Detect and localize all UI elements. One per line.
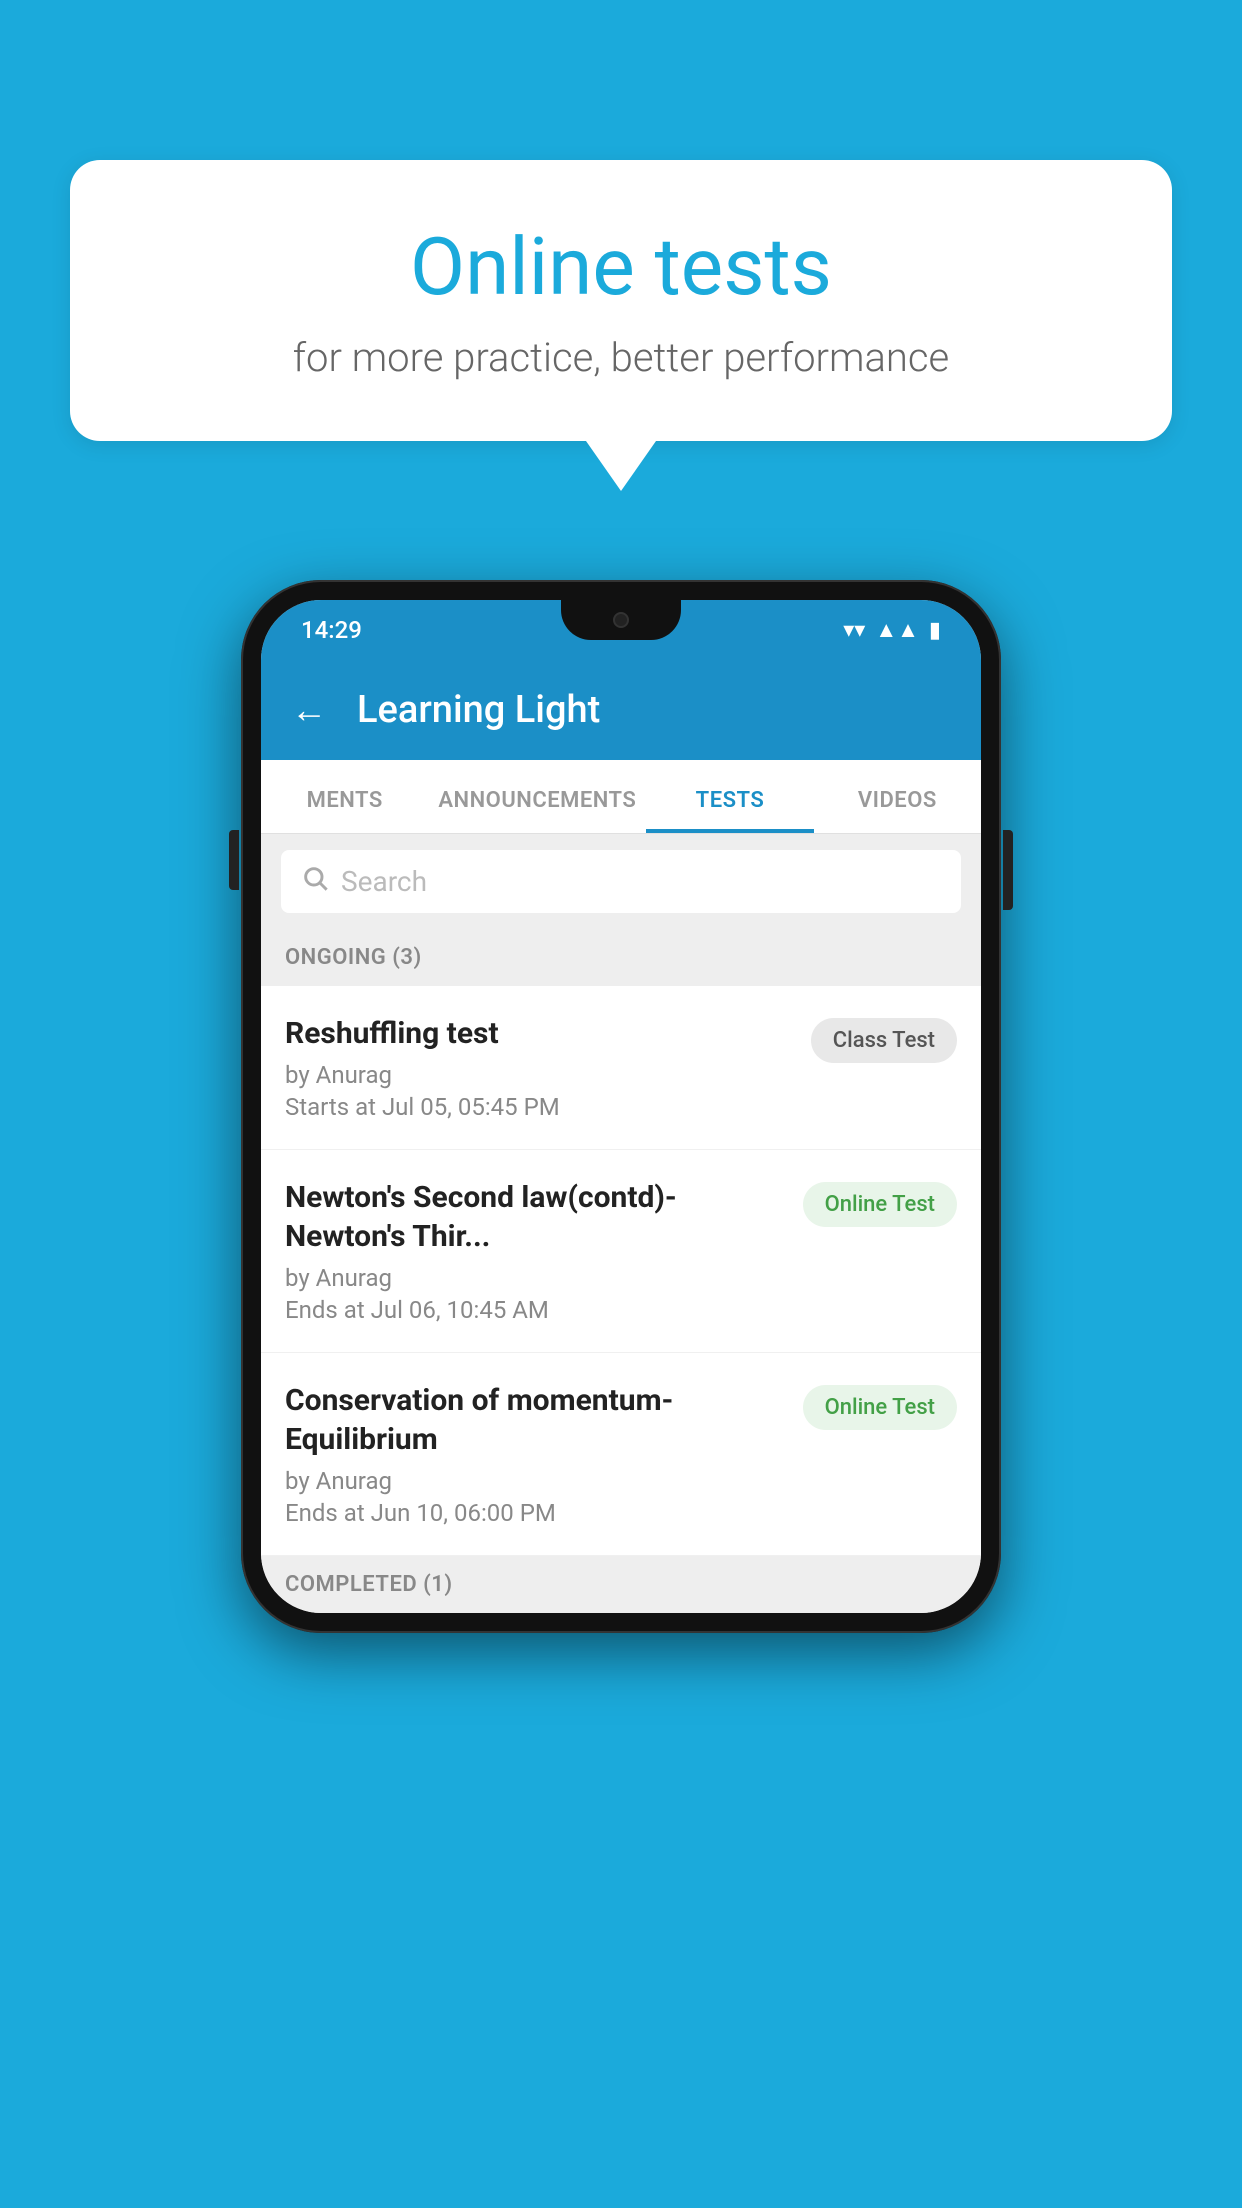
tab-videos[interactable]: VIDEOS	[814, 760, 981, 833]
test-by-1: by Anurag	[285, 1061, 795, 1089]
search-input-wrap[interactable]: Search	[281, 850, 961, 913]
speech-bubble: Online tests for more practice, better p…	[70, 160, 1172, 441]
test-info-3: Conservation of momentum-Equilibrium by …	[285, 1381, 803, 1527]
bubble-title: Online tests	[150, 220, 1092, 314]
test-badge-2: Online Test	[803, 1182, 957, 1227]
test-badge-1: Class Test	[811, 1018, 957, 1063]
test-item-3[interactable]: Conservation of momentum-Equilibrium by …	[261, 1353, 981, 1556]
test-list: Reshuffling test by Anurag Starts at Jul…	[261, 986, 981, 1556]
tabs-bar: MENTS ANNOUNCEMENTS TESTS VIDEOS	[261, 760, 981, 834]
notch	[561, 600, 681, 640]
app-title: Learning Light	[357, 688, 600, 732]
test-info-1: Reshuffling test by Anurag Starts at Jul…	[285, 1014, 811, 1121]
signal-icon: ▲▲	[875, 617, 919, 643]
status-bar: 14:29 ▾▾ ▲▲ ▮	[261, 600, 981, 660]
status-time: 14:29	[301, 616, 362, 644]
camera	[613, 612, 629, 628]
status-icons: ▾▾ ▲▲ ▮	[843, 617, 941, 643]
speech-bubble-section: Online tests for more practice, better p…	[70, 160, 1172, 441]
ongoing-section-label: ONGOING (3)	[261, 929, 981, 986]
test-info-2: Newton's Second law(contd)-Newton's Thir…	[285, 1178, 803, 1324]
tab-ments[interactable]: MENTS	[261, 760, 428, 833]
phone-wrapper: 14:29 ▾▾ ▲▲ ▮ ← Learning Light MENTS ANN…	[241, 580, 1001, 1633]
test-name-2: Newton's Second law(contd)-Newton's Thir…	[285, 1178, 787, 1256]
search-icon	[301, 864, 329, 899]
test-badge-3: Online Test	[803, 1385, 957, 1430]
battery-icon: ▮	[929, 618, 941, 643]
test-time-1: Starts at Jul 05, 05:45 PM	[285, 1093, 795, 1121]
test-name-3: Conservation of momentum-Equilibrium	[285, 1381, 787, 1459]
test-item-1[interactable]: Reshuffling test by Anurag Starts at Jul…	[261, 986, 981, 1150]
search-container: Search	[261, 834, 981, 929]
test-time-3: Ends at Jun 10, 06:00 PM	[285, 1499, 787, 1527]
completed-section-label: COMPLETED (1)	[261, 1556, 981, 1613]
tab-tests[interactable]: TESTS	[646, 760, 813, 833]
test-by-3: by Anurag	[285, 1467, 787, 1495]
phone-outer: 14:29 ▾▾ ▲▲ ▮ ← Learning Light MENTS ANN…	[241, 580, 1001, 1633]
search-placeholder: Search	[341, 865, 427, 898]
tab-announcements[interactable]: ANNOUNCEMENTS	[428, 760, 646, 833]
phone-screen: 14:29 ▾▾ ▲▲ ▮ ← Learning Light MENTS ANN…	[261, 600, 981, 1613]
test-item-2[interactable]: Newton's Second law(contd)-Newton's Thir…	[261, 1150, 981, 1353]
test-by-2: by Anurag	[285, 1264, 787, 1292]
wifi-icon: ▾▾	[843, 618, 865, 643]
test-time-2: Ends at Jul 06, 10:45 AM	[285, 1296, 787, 1324]
bubble-subtitle: for more practice, better performance	[150, 334, 1092, 381]
app-header: ← Learning Light	[261, 660, 981, 760]
back-button[interactable]: ←	[291, 689, 327, 731]
test-name-1: Reshuffling test	[285, 1014, 795, 1053]
